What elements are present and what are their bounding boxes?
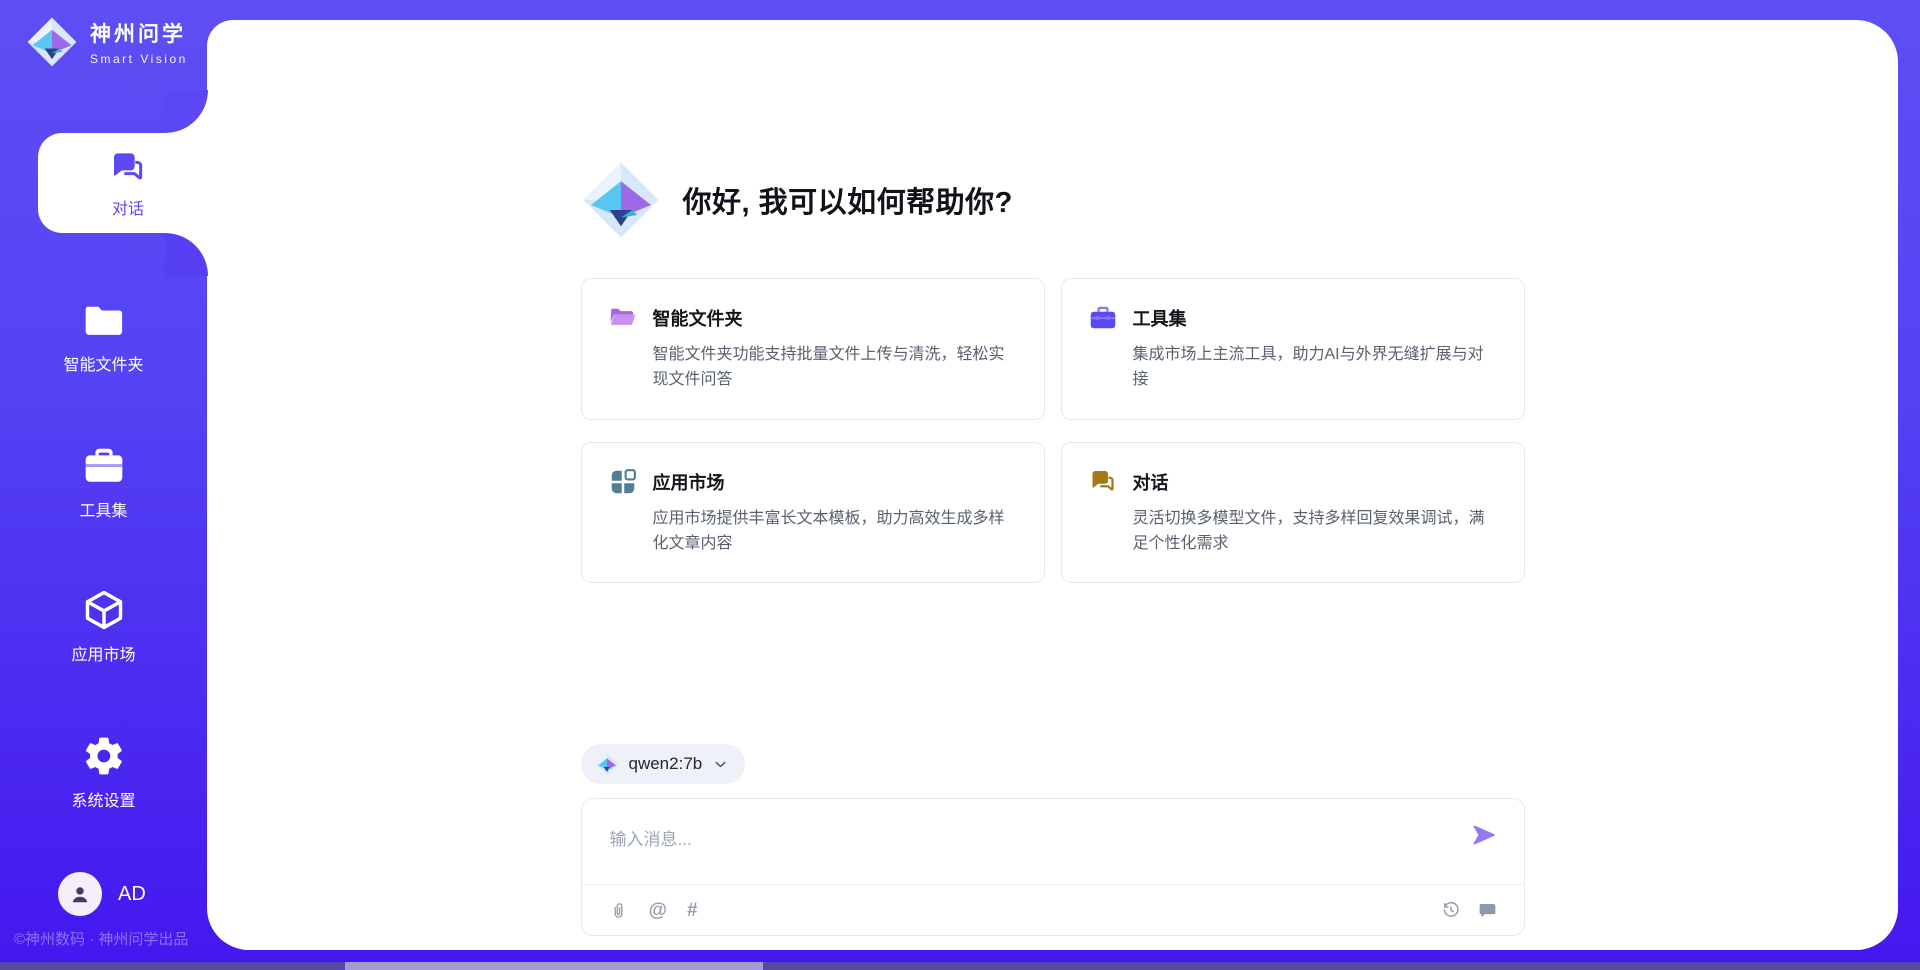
sidebar-item-label: 对话 [112, 195, 144, 219]
card-description: 集成市场上主流工具，助力AI与外界无缝扩展与对接 [1133, 342, 1498, 393]
model-name: qwen2:7b [629, 754, 703, 774]
hash-icon[interactable]: # [687, 901, 698, 920]
card-chat[interactable]: 对话 灵活切换多模型文件，支持多样回复效果调试，满足个性化需求 [1061, 442, 1525, 584]
card-title: 智能文件夹 [653, 305, 743, 331]
toolbox-icon [1088, 303, 1118, 333]
user-account[interactable]: AD [58, 872, 146, 916]
history-icon[interactable] [1441, 900, 1461, 920]
tab-flare-top [165, 90, 208, 133]
copyright-footer: ©神州数码 · 神州问学出品 [14, 928, 188, 949]
tab-flare-bottom [165, 233, 208, 276]
sidebar: 神州问学 Smart Vision 对话 智能文件夹 工具集 应用市场 系统设置 [0, 0, 207, 970]
folder-icon [82, 298, 126, 342]
sidebar-item-app-market[interactable]: 应用市场 [0, 588, 207, 665]
card-app-market[interactable]: 应用市场 应用市场提供丰富长文本模板，助力高效生成多样化文章内容 [581, 442, 1045, 584]
chat-bubbles-icon [1088, 467, 1118, 497]
greeting-title: 你好, 我可以如何帮助你? [683, 179, 1013, 221]
sidebar-item-chat[interactable]: 对话 [38, 133, 218, 233]
model-diamond-icon [595, 752, 619, 776]
message-composer: @ # [581, 798, 1525, 936]
sidebar-item-label: 系统设置 [71, 787, 135, 811]
grid-icon [608, 467, 638, 497]
chat-bubbles-icon [108, 148, 148, 188]
open-folder-icon [608, 303, 638, 333]
sidebar-item-toolset[interactable]: 工具集 [0, 444, 207, 521]
user-name: AD [118, 883, 146, 906]
greeting-block: 你好, 我可以如何帮助你? [581, 160, 1525, 240]
send-icon[interactable] [1470, 821, 1498, 849]
main-content: 你好, 我可以如何帮助你? 智能文件夹 智能文件夹功能支持批量文件上传与清洗，轻… [207, 20, 1898, 950]
at-sign-icon[interactable]: @ [649, 901, 668, 920]
person-icon [73, 887, 88, 902]
model-selector[interactable]: qwen2:7b [581, 744, 746, 784]
horizontal-scrollbar[interactable] [0, 962, 1920, 970]
composer-toolbar: @ # [582, 884, 1524, 935]
card-title: 应用市场 [653, 469, 725, 495]
card-description: 应用市场提供丰富长文本模板，助力高效生成多样化文章内容 [653, 506, 1018, 557]
sidebar-item-label: 智能文件夹 [63, 351, 143, 375]
app-title: 神州问学 [90, 18, 188, 48]
feature-cards: 智能文件夹 智能文件夹功能支持批量文件上传与清洗，轻松实现文件问答 工具集 集成… [581, 278, 1525, 583]
app-logo-diamond-icon [26, 16, 78, 68]
card-smart-folder[interactable]: 智能文件夹 智能文件夹功能支持批量文件上传与清洗，轻松实现文件问答 [581, 278, 1045, 420]
card-description: 智能文件夹功能支持批量文件上传与清洗，轻松实现文件问答 [653, 342, 1018, 393]
sidebar-item-label: 应用市场 [71, 641, 135, 665]
sidebar-item-label: 工具集 [79, 497, 127, 521]
card-title: 对话 [1133, 469, 1169, 495]
greeting-logo-diamond-icon [581, 160, 661, 240]
chat-bubble-icon[interactable] [1477, 900, 1498, 921]
card-title: 工具集 [1133, 305, 1187, 331]
message-input[interactable] [608, 819, 1454, 861]
briefcase-icon [82, 444, 126, 488]
brand: 神州问学 Smart Vision [26, 16, 188, 68]
gear-icon [82, 734, 126, 778]
paperclip-icon[interactable] [608, 900, 629, 921]
sidebar-item-settings[interactable]: 系统设置 [0, 734, 207, 811]
app-subtitle: Smart Vision [90, 52, 188, 66]
card-toolset[interactable]: 工具集 集成市场上主流工具，助力AI与外界无缝扩展与对接 [1061, 278, 1525, 420]
cube-icon [82, 588, 126, 632]
avatar [58, 872, 102, 916]
scrollbar-thumb[interactable] [345, 962, 763, 970]
sidebar-item-smart-folder[interactable]: 智能文件夹 [0, 298, 207, 375]
card-description: 灵活切换多模型文件，支持多样回复效果调试，满足个性化需求 [1133, 506, 1498, 557]
chevron-down-icon [712, 756, 729, 773]
